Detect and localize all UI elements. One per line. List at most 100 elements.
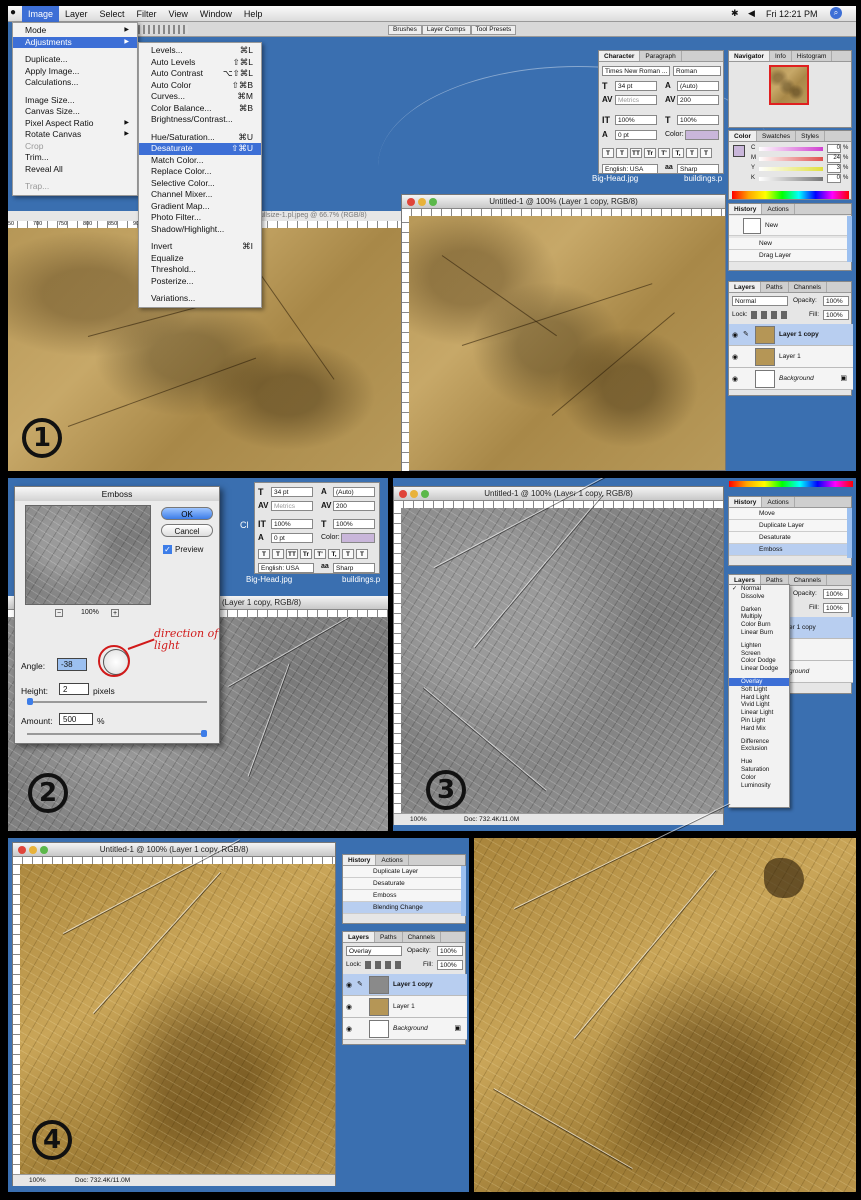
font-family-select[interactable]: Times New Roman ... [602,66,670,76]
eye-icon[interactable]: ◉ [346,1003,354,1011]
blend-mode-option[interactable]: Hard Light [729,694,789,702]
layer-row[interactable]: ◉ Layer 1 [729,346,853,368]
height-slider[interactable] [27,701,207,703]
leading-field[interactable]: (Auto) [677,81,719,91]
menu-item[interactable]: Threshold... [139,264,261,276]
color-spectrum[interactable] [729,481,853,487]
font-size-field[interactable]: 34 pt [615,81,657,91]
desktop-file-label[interactable]: Big-Head.jpg [246,575,292,584]
palette-tab[interactable]: History [729,497,763,507]
antialias-select[interactable]: Sharp [677,164,719,174]
palette-tab[interactable]: Channels [789,575,828,585]
fill-field[interactable]: 100% [437,960,463,970]
menu-item[interactable]: Color Balance... ⌘B [139,103,261,115]
opacity-field[interactable]: 100% [437,946,463,956]
eye-icon[interactable]: ◉ [346,1025,354,1033]
blend-mode-option[interactable]: Hard Mix [729,725,789,733]
baseline-field[interactable]: 0 pt [615,130,657,140]
fill-field[interactable]: 100% [823,603,849,613]
color-slider-row[interactable]: C 0% [751,144,849,154]
height-field[interactable]: 2 [59,683,89,695]
color-slider-row[interactable]: K 0% [751,174,849,184]
font-style-select[interactable]: Roman [673,66,721,76]
menu-item[interactable]: Auto Contrast ⌥⇧⌘L [139,68,261,80]
minimize-button[interactable] [418,198,426,206]
menu-item[interactable]: Posterize... [139,276,261,288]
menu-item[interactable]: Auto Color ⇧⌘B [139,80,261,92]
tracking-field[interactable]: 200 [333,501,375,511]
text-style-button[interactable]: T, [328,549,340,559]
opacity-field[interactable]: 100% [823,589,849,599]
palette-tab[interactable]: Layers [729,282,761,292]
menu-item[interactable]: Desaturate ⇧⌘U [139,143,261,155]
palette-tab[interactable]: Actions [762,204,795,214]
menu-item[interactable]: Rotate Canvas ▶ [13,129,137,141]
text-style-button[interactable]: T [616,148,628,158]
menu-window[interactable]: Window [194,6,238,22]
text-style-button[interactable]: TT [286,549,298,559]
blend-mode-option[interactable]: Saturation [729,766,789,774]
blend-mode-option[interactable]: Soft Light [729,686,789,694]
palette-tab[interactable]: Swatches [757,131,797,141]
document-window[interactable]: Untitled-1 @ 100% (Layer 1 copy, RGB/8) [401,194,726,471]
blend-mode-option[interactable]: Dissolve [729,593,789,601]
font-size-field[interactable]: 34 pt [271,487,313,497]
menu-item[interactable]: Image Size... [13,95,137,107]
cancel-button[interactable]: Cancel [161,524,213,537]
language-select[interactable]: English: USA [258,563,314,573]
text-style-button[interactable]: T [700,148,712,158]
blend-mode-option[interactable]: Multiply [729,613,789,621]
language-select[interactable]: English: USA [602,164,658,174]
menu-help[interactable]: Help [238,6,269,22]
blend-mode-option[interactable]: Exclusion [729,745,789,753]
menu-item[interactable]: Channel Mixer... [139,189,261,201]
history-state[interactable]: New [729,238,847,250]
zoom-button[interactable] [40,846,48,854]
history-state[interactable]: Drag Layer [729,250,847,262]
palette-well-tab[interactable]: Tool Presets [470,25,517,35]
text-style-button[interactable]: TT [630,148,642,158]
history-scrollbar[interactable] [847,508,852,558]
palette-tab[interactable]: History [729,204,763,214]
menu-item[interactable]: Replace Color... [139,166,261,178]
document-title-bar[interactable]: Untitled-1 @ 100% (Layer 1 copy, RGB/8) [402,195,725,209]
status-zoom[interactable]: 100% [410,814,427,826]
blend-mode-option[interactable]: Vivid Light [729,701,789,709]
menu-item[interactable]: Shadow/Highlight... [139,224,261,236]
kerning-field[interactable]: Metrics [615,95,657,105]
menu-item[interactable]: Variations... [139,293,261,305]
desktop-file-label[interactable]: buildings.p [342,575,380,584]
menu-item[interactable]: Calculations... [13,77,137,89]
blend-mode-option[interactable]: ✓ Normal [729,585,789,593]
opacity-field[interactable]: 100% [823,296,849,306]
text-style-button[interactable]: T [356,549,368,559]
history-scrollbar[interactable] [847,216,852,262]
menu-item[interactable]: Pixel Aspect Ratio ▶ [13,118,137,130]
palette-tab[interactable]: Paths [375,932,403,942]
channel-slider[interactable] [759,147,823,151]
channel-slider[interactable] [759,157,823,161]
channel-value[interactable]: 0 [827,144,841,153]
history-state[interactable]: Emboss [343,890,461,902]
lock-icons[interactable] [751,311,791,319]
history-scrollbar[interactable] [461,866,466,916]
document-title-bar[interactable]: Untitled-1 @ 100% (Layer 1 copy, RGB/8) [394,487,723,501]
blend-mode-option[interactable]: Color Dodge [729,657,789,665]
history-state[interactable]: Duplicate Layer [343,866,461,878]
height-slider-thumb[interactable] [27,698,33,705]
palette-tab[interactable]: Actions [762,497,795,507]
menu-item[interactable]: Invert ⌘I [139,241,261,253]
layer-row[interactable]: ◉ Layer 1 [343,996,467,1018]
blend-mode-option[interactable]: Difference [729,738,789,746]
color-slider-row[interactable]: M 24% [751,154,849,164]
minimize-button[interactable] [410,490,418,498]
tracking-field[interactable]: 200 [677,95,719,105]
fill-field[interactable]: 100% [823,310,849,320]
leading-field[interactable]: (Auto) [333,487,375,497]
navigator-preview[interactable] [769,65,809,105]
palette-tab[interactable]: Character [599,51,641,61]
layer-row[interactable]: ◉ ✎ Layer 1 copy [729,324,853,346]
menu-layer[interactable]: Layer [59,6,94,22]
close-button[interactable] [18,846,26,854]
history-state[interactable]: Duplicate Layer [729,520,847,532]
